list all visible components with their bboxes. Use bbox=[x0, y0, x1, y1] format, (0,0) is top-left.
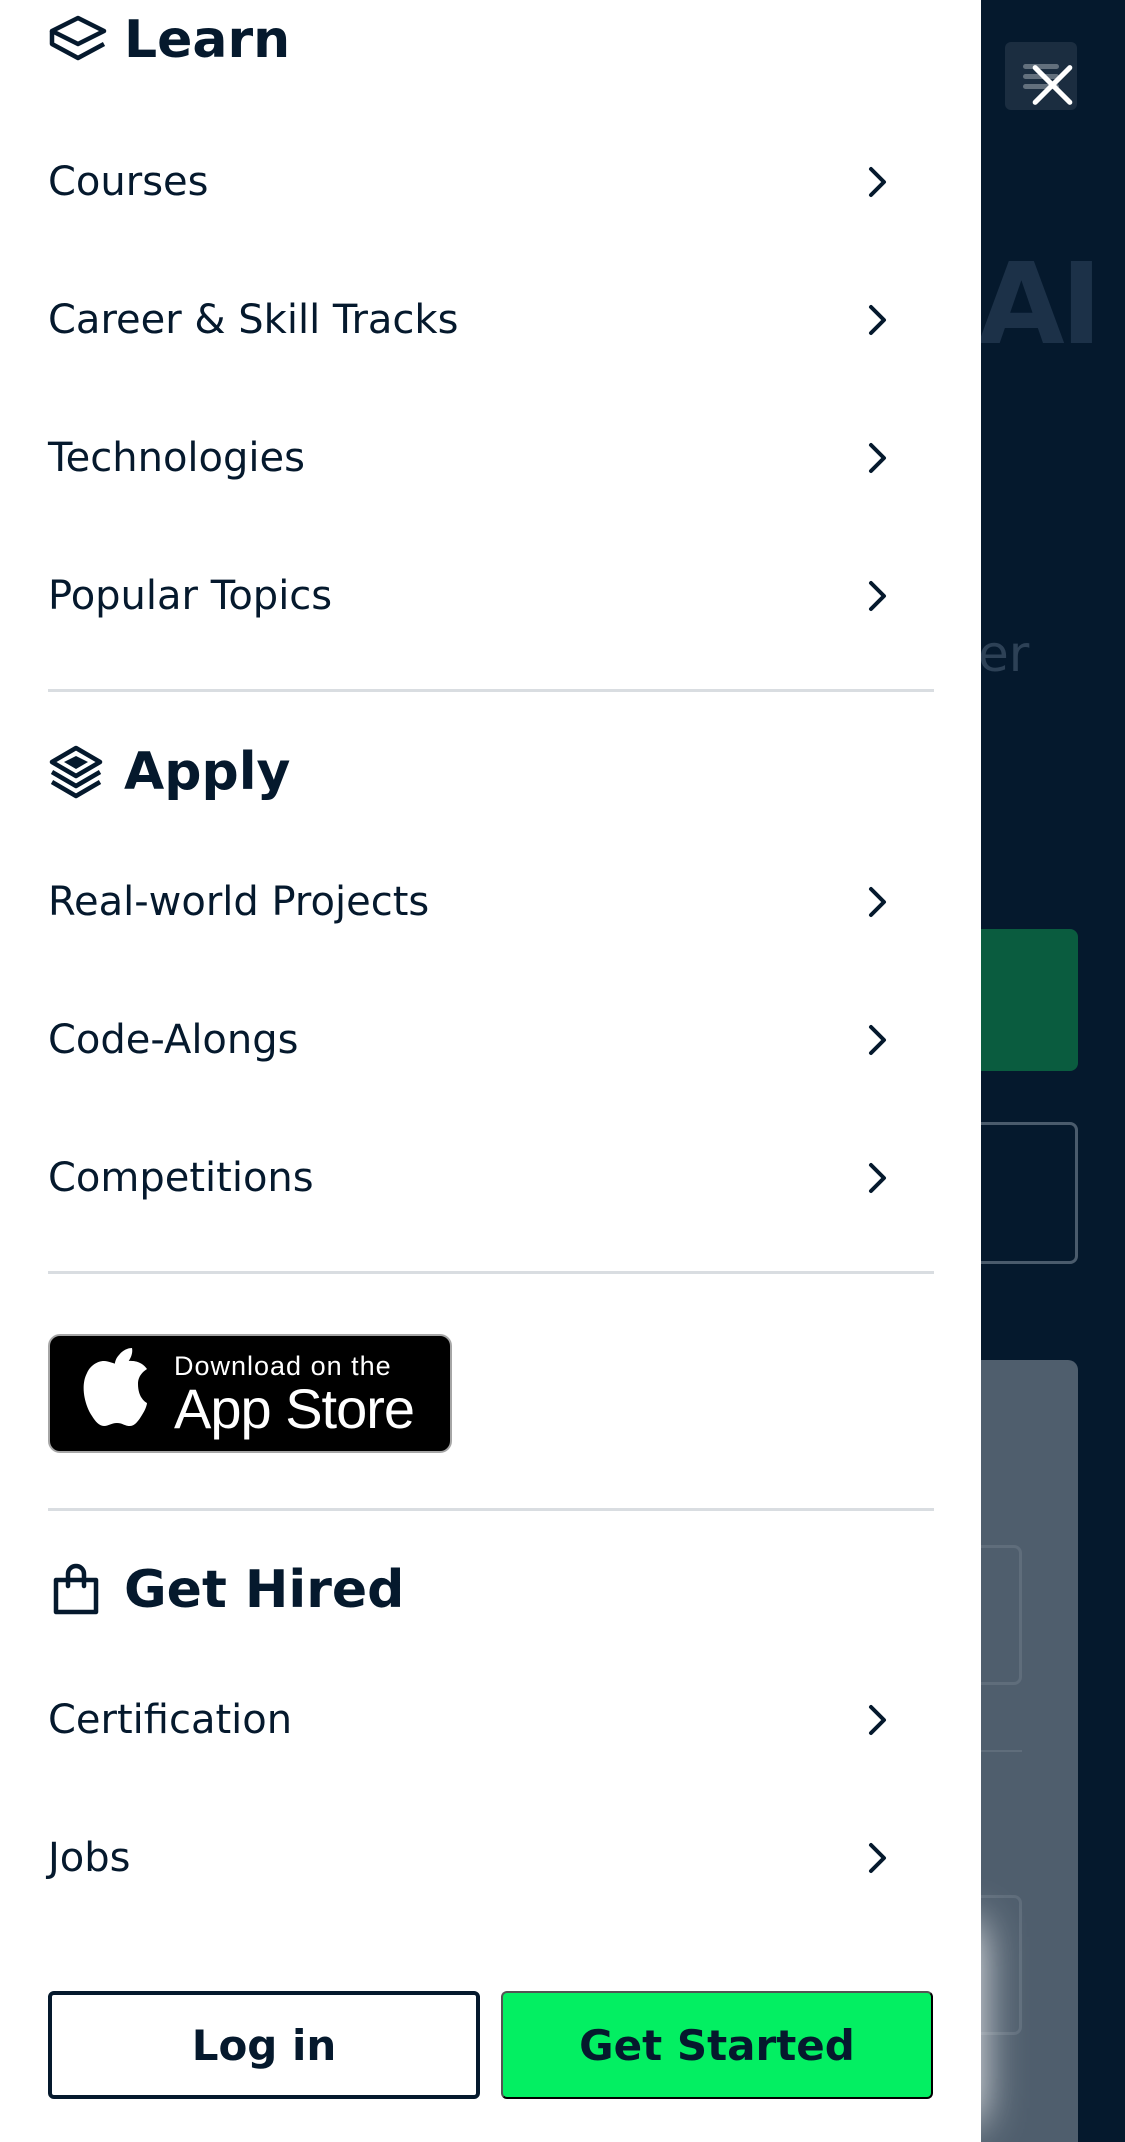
nav-item-label: Certification bbox=[48, 1697, 293, 1743]
login-button[interactable]: Log in bbox=[48, 1991, 480, 2099]
drawer-footer: Log in Get Started bbox=[0, 1943, 981, 2142]
nav-item-label: Competitions bbox=[48, 1155, 314, 1201]
background-subtext: er bbox=[978, 625, 1030, 683]
nav-item-courses[interactable]: Courses bbox=[48, 142, 908, 222]
divider bbox=[48, 1508, 934, 1511]
nav-item-career-skill-tracks[interactable]: Career & Skill Tracks bbox=[48, 280, 908, 360]
app-store-badge[interactable]: Download on the App Store bbox=[48, 1334, 452, 1453]
nav-item-competitions[interactable]: Competitions bbox=[48, 1138, 908, 1218]
chevron-right-icon bbox=[858, 576, 898, 616]
nav-item-jobs[interactable]: Jobs bbox=[48, 1818, 908, 1898]
chevron-right-icon bbox=[858, 1158, 898, 1198]
nav-item-label: Career & Skill Tracks bbox=[48, 297, 459, 343]
nav-item-label: Jobs bbox=[48, 1835, 131, 1881]
nav-item-popular-topics[interactable]: Popular Topics bbox=[48, 556, 908, 636]
section-header-learn: Learn bbox=[48, 4, 290, 76]
nav-item-code-alongs[interactable]: Code-Alongs bbox=[48, 1000, 908, 1080]
nav-item-label: Popular Topics bbox=[48, 573, 333, 619]
nav-item-label: Technologies bbox=[48, 435, 305, 481]
chevron-right-icon bbox=[858, 1838, 898, 1878]
stacked-layers-icon bbox=[48, 742, 108, 802]
nav-item-label: Courses bbox=[48, 159, 209, 205]
divider bbox=[48, 689, 934, 692]
nav-item-label: Real-world Projects bbox=[48, 879, 430, 925]
section-header-get-hired: Get Hired bbox=[48, 1554, 404, 1626]
section-header-apply: Apply bbox=[48, 736, 290, 808]
background-headline: AI bbox=[978, 240, 1102, 370]
nav-item-technologies[interactable]: Technologies bbox=[48, 418, 908, 498]
layers-icon bbox=[48, 10, 108, 70]
chevron-right-icon bbox=[858, 300, 898, 340]
chevron-right-icon bbox=[858, 438, 898, 478]
get-started-button[interactable]: Get Started bbox=[501, 1991, 933, 2099]
close-icon[interactable] bbox=[1028, 60, 1078, 110]
chevron-right-icon bbox=[858, 1020, 898, 1060]
app-store-line1: Download on the bbox=[174, 1350, 392, 1381]
navigation-drawer: Learn Courses Career & Skill Tracks Tech… bbox=[0, 0, 981, 2142]
app-store-line2: App Store bbox=[174, 1376, 415, 1440]
chevron-right-icon bbox=[858, 1700, 898, 1740]
chevron-right-icon bbox=[858, 882, 898, 922]
nav-item-real-world-projects[interactable]: Real-world Projects bbox=[48, 862, 908, 942]
nav-item-label: Code-Alongs bbox=[48, 1017, 299, 1063]
apple-logo-icon bbox=[80, 1344, 160, 1444]
divider bbox=[48, 1271, 934, 1274]
nav-item-certification[interactable]: Certification bbox=[48, 1680, 908, 1760]
chevron-right-icon bbox=[858, 162, 898, 202]
shopping-bag-icon bbox=[48, 1560, 108, 1620]
section-title-learn: Learn bbox=[124, 10, 291, 70]
section-title-apply: Apply bbox=[124, 742, 291, 802]
section-title-get-hired: Get Hired bbox=[124, 1560, 405, 1620]
